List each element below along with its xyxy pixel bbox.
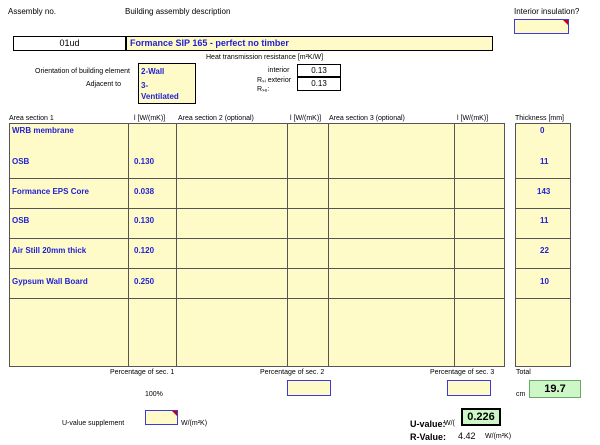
layer-lambda[interactable]: 0.130 bbox=[134, 157, 154, 166]
interior-label: interior bbox=[268, 67, 290, 74]
adjacent-value: 3-Ventilated bbox=[141, 81, 179, 101]
r-value-unit: W/(m²K) bbox=[485, 433, 512, 440]
comment-flag-icon bbox=[172, 411, 177, 416]
resistance-title: Heat transmission resistance [m²K/W] bbox=[206, 54, 324, 61]
layer-name[interactable]: Gypsum Wall Board bbox=[12, 277, 88, 286]
u-value-supplement-unit: W/(m²K) bbox=[181, 420, 208, 427]
layer-lambda[interactable]: 0.038 bbox=[134, 187, 154, 196]
col-thickness: Thickness [mm] bbox=[515, 115, 565, 122]
col-area-section-3: Area section 3 (optional) bbox=[329, 115, 405, 122]
col-area-section-2: Area section 2 (optional) bbox=[178, 115, 254, 122]
orientation-box[interactable]: 2-Wall 3-Ventilated bbox=[138, 63, 196, 104]
total-label: Total bbox=[516, 369, 531, 376]
u-value-supplement-input[interactable] bbox=[145, 410, 178, 425]
total-thickness-value: 19.7 bbox=[529, 380, 581, 398]
layer-thickness[interactable]: 22 bbox=[540, 246, 549, 255]
assembly-no-field[interactable]: 01ud bbox=[13, 36, 126, 51]
exterior-label: Rₛᵢ exterior bbox=[257, 77, 292, 84]
col-lambda-1: l [W/(mK)] bbox=[134, 115, 166, 122]
layer-thickness[interactable]: 10 bbox=[540, 277, 549, 286]
layer-name[interactable]: WRB membrane bbox=[12, 126, 74, 135]
layer-name[interactable]: Formance EPS Core bbox=[12, 187, 89, 196]
col-lambda-2: l [W/(mK)] bbox=[290, 115, 322, 122]
total-unit: cm bbox=[516, 391, 526, 398]
interior-resistance-field[interactable]: 0.13 bbox=[297, 64, 341, 77]
layer-thickness[interactable]: 11 bbox=[540, 216, 548, 225]
layer-name[interactable]: OSB bbox=[12, 216, 29, 225]
col-area-section-1: Area section 1 bbox=[9, 115, 54, 122]
layer-table bbox=[9, 123, 505, 367]
layer-name[interactable]: OSB bbox=[12, 157, 29, 166]
layer-thickness[interactable]: 143 bbox=[537, 187, 550, 196]
exterior-resistance-field[interactable]: 0.13 bbox=[297, 77, 341, 91]
percentage-sec1-value: 100% bbox=[145, 391, 163, 398]
adjacent-label: Adjacent to bbox=[86, 81, 122, 88]
interior-insulation-input[interactable] bbox=[514, 19, 569, 34]
percentage-sec3-input[interactable] bbox=[447, 380, 491, 396]
comment-flag-icon bbox=[563, 20, 568, 25]
orientation-value: 2-Wall bbox=[141, 67, 165, 76]
r-value-result: 4.42 bbox=[458, 431, 476, 441]
col-lambda-3: l [W/(mK)] bbox=[457, 115, 489, 122]
layer-thickness[interactable]: 11 bbox=[540, 157, 548, 166]
interior-insulation-label: Interior insulation? bbox=[514, 7, 580, 16]
percentage-sec3-label: Percentage of sec. 3 bbox=[430, 369, 495, 376]
assembly-description-field[interactable]: Formance SIP 165 - perfect no timber bbox=[126, 36, 493, 51]
percentage-sec2-label: Percentage of sec. 2 bbox=[260, 369, 325, 376]
layer-name[interactable]: Air Still 20mm thick bbox=[12, 246, 86, 255]
layer-lambda[interactable]: 0.130 bbox=[134, 216, 154, 225]
description-label: Building assembly description bbox=[125, 7, 231, 16]
layer-lambda[interactable]: 0.120 bbox=[134, 246, 154, 255]
u-value-label: U-value: bbox=[410, 419, 446, 429]
layer-thickness[interactable]: 0 bbox=[540, 126, 544, 135]
percentage-sec1-label: Percentage of sec. 1 bbox=[110, 369, 175, 376]
layer-lambda[interactable]: 0.250 bbox=[134, 277, 154, 286]
percentage-sec2-input[interactable] bbox=[287, 380, 331, 396]
u-value-unit: W/( bbox=[444, 420, 455, 427]
orientation-label: Orientation of building element bbox=[35, 68, 130, 75]
u-value-supplement-label: U-value supplement bbox=[62, 420, 125, 427]
r-value-label: R-Value: bbox=[410, 432, 447, 442]
assembly-no-label: Assembly no. bbox=[8, 7, 57, 16]
rse-label: Rₛₑ: bbox=[257, 86, 270, 93]
u-value-result: 0.226 bbox=[461, 408, 501, 426]
